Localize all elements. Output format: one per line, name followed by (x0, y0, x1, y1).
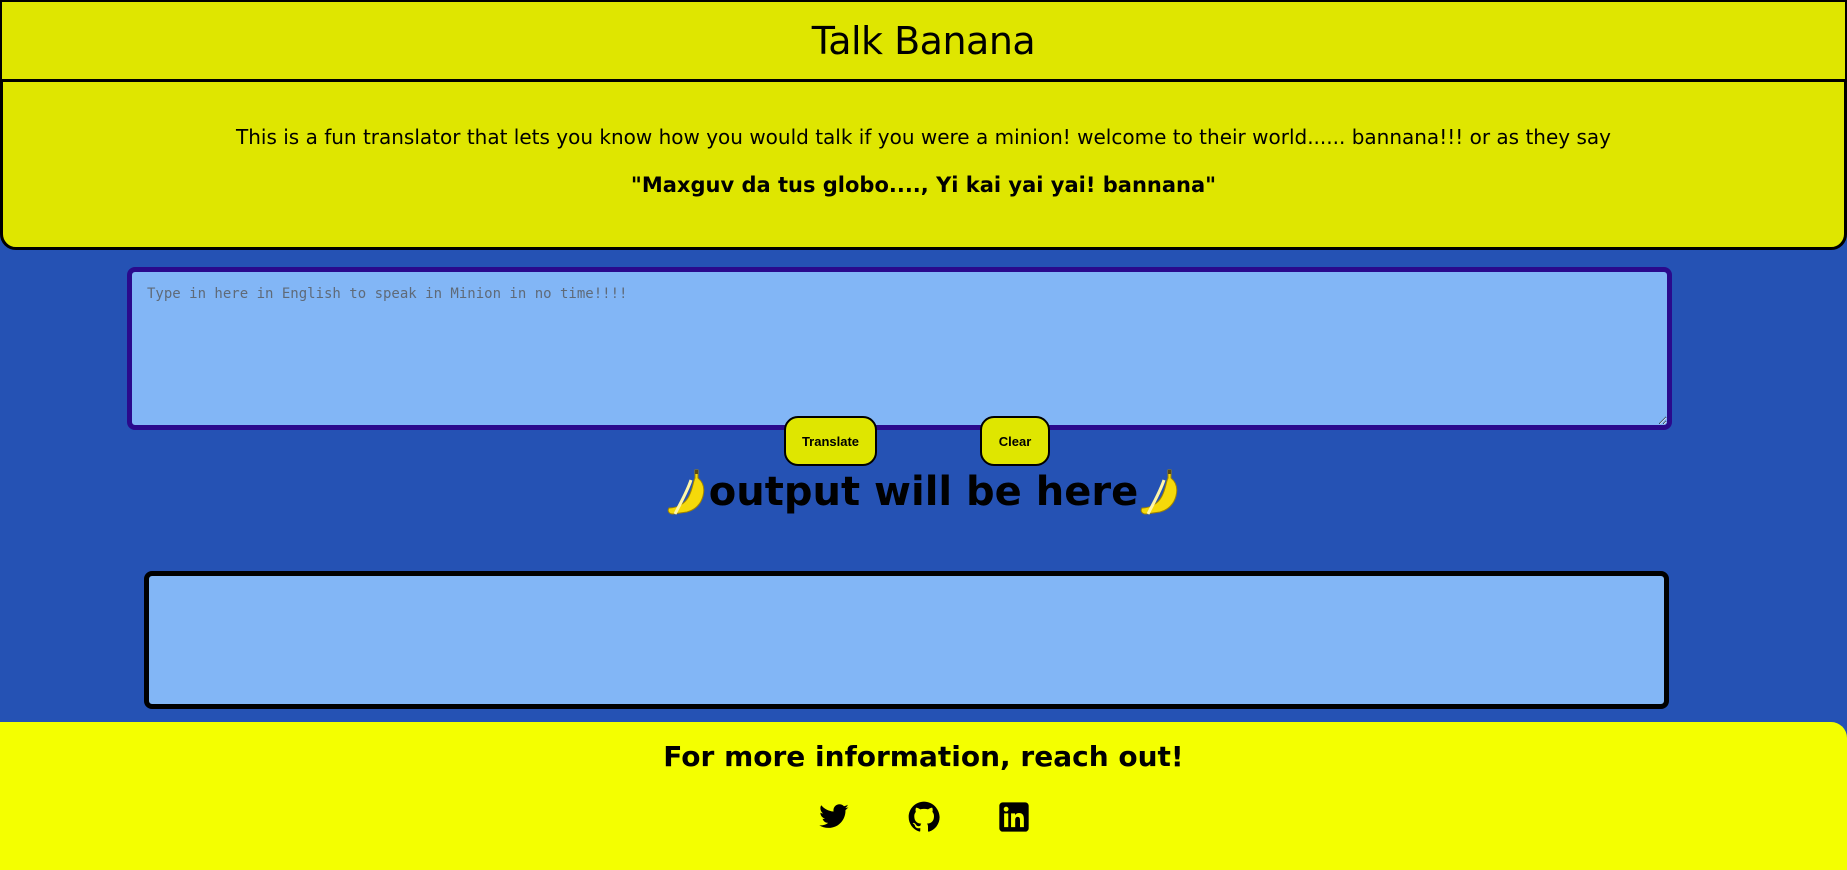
social-links (0, 799, 1847, 833)
footer-heading: For more information, reach out! (663, 740, 1184, 773)
translate-button[interactable]: Translate (784, 416, 877, 466)
output-box (144, 571, 1669, 709)
linkedin-link[interactable] (969, 799, 1059, 833)
clear-button[interactable]: Clear (980, 416, 1050, 466)
site-footer: For more information, reach out! (0, 722, 1847, 870)
twitter-link[interactable] (789, 799, 879, 833)
twitter-icon (818, 804, 849, 828)
linkedin-icon (998, 802, 1029, 832)
github-icon (908, 801, 940, 832)
english-input[interactable] (127, 267, 1672, 430)
page: Talk Banana This is a fun translator tha… (0, 0, 1847, 870)
minion-quote: "Maxguv da tus globo...., Yi kai yai yai… (630, 173, 1217, 197)
output-heading-text: output will be here (708, 469, 1139, 515)
intro-section: This is a fun translator that lets you k… (0, 79, 1847, 250)
banana-icon (1140, 469, 1178, 515)
site-title: Talk Banana (811, 19, 1036, 63)
banana-icon (667, 469, 705, 515)
site-header: Talk Banana (0, 0, 1847, 82)
intro-description: This is a fun translator that lets you k… (236, 125, 1611, 149)
output-heading: output will be here (0, 468, 1847, 516)
github-link[interactable] (879, 799, 969, 833)
